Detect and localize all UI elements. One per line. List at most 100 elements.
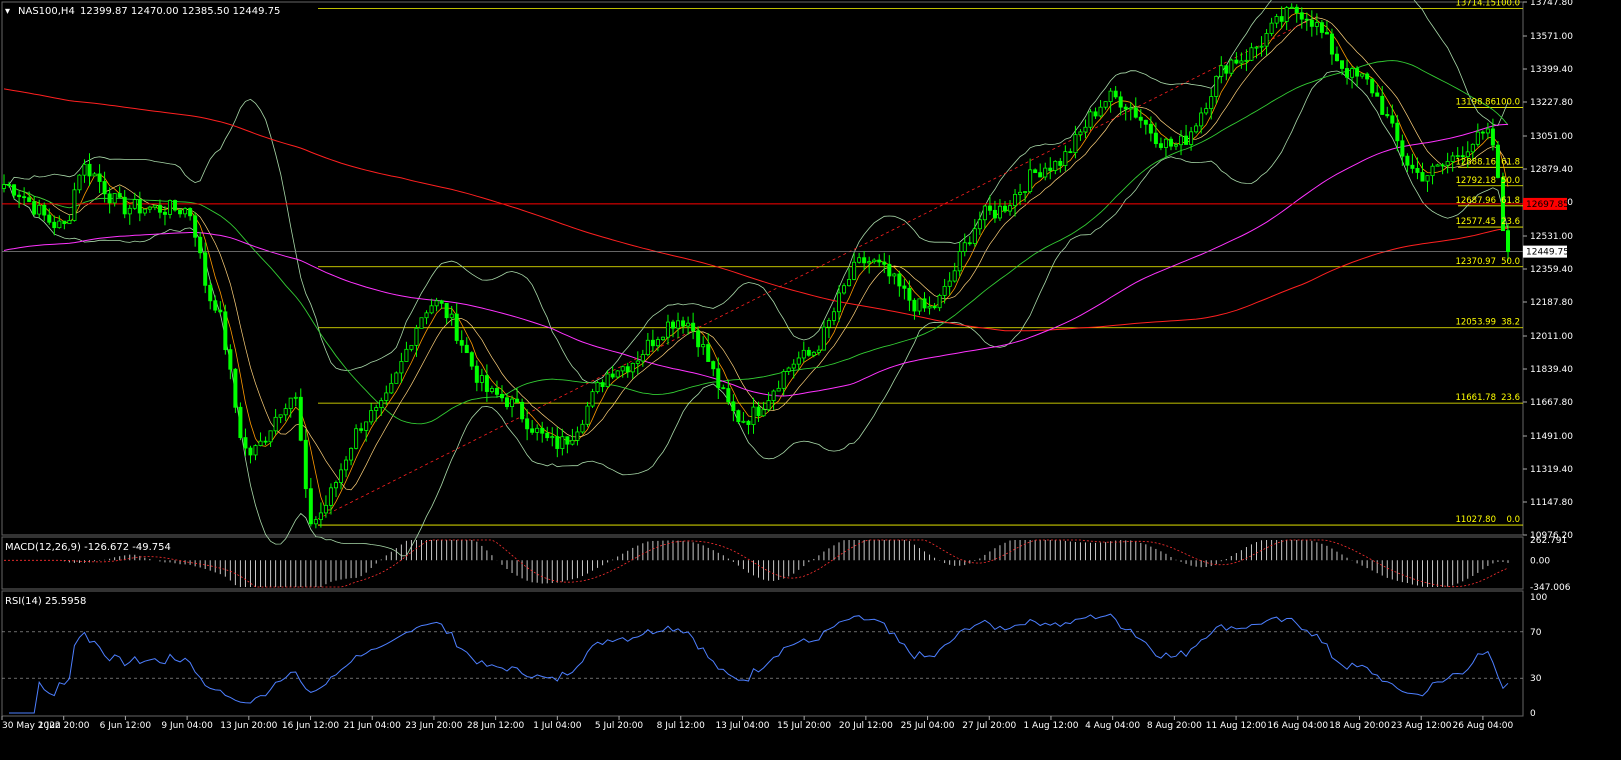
candle-body-bear xyxy=(967,242,972,245)
candle-body-bear xyxy=(1324,32,1329,35)
time-tick-label: 28 Jun 12:00 xyxy=(467,721,524,731)
candle-body-bull xyxy=(927,305,932,309)
candle-body-bear xyxy=(1319,22,1324,33)
candle-body-bull xyxy=(535,427,540,433)
candle[interactable] xyxy=(419,317,424,329)
candle-body-bull xyxy=(570,439,575,445)
fib-small-price: 12577.45 xyxy=(1455,217,1496,227)
candle-body-bear xyxy=(22,196,27,199)
candle-body-bear xyxy=(223,311,228,351)
candle-body-bull xyxy=(318,512,323,521)
candle[interactable] xyxy=(173,199,178,212)
current-price-tag-label: 12449.75 xyxy=(1526,248,1569,258)
candle-body-bear xyxy=(600,382,605,387)
candle-body-bull xyxy=(771,390,776,401)
candle-body-bear xyxy=(494,388,499,395)
macd-tick-label: 0.00 xyxy=(1530,556,1550,566)
candle[interactable] xyxy=(1229,58,1234,77)
candle-body-bear xyxy=(877,259,882,263)
candle-body-bear xyxy=(1118,96,1123,108)
candle[interactable] xyxy=(233,368,238,414)
candle-body-bull xyxy=(344,459,349,471)
candle-body-bear xyxy=(1299,12,1304,20)
candle-body-bull xyxy=(37,204,42,215)
candle-body-bear xyxy=(882,261,887,265)
candle-body-bull xyxy=(1430,165,1435,177)
candle-body-bear xyxy=(469,352,474,367)
fib-large-level: 23.6 xyxy=(1501,393,1520,403)
fib-large-level: 38.2 xyxy=(1501,318,1520,328)
time-tick-label: 9 Jun 04:00 xyxy=(161,721,213,731)
candle-body-bear xyxy=(1148,123,1153,134)
price-tick-label: 11491.00 xyxy=(1530,432,1573,442)
candle-body-bear xyxy=(213,300,218,311)
candle-body-bull xyxy=(339,469,344,483)
fib-small-price: 13198.86 xyxy=(1455,98,1496,108)
candle-body-bull xyxy=(389,382,394,394)
candle[interactable] xyxy=(223,304,228,355)
candle-body-bull xyxy=(1128,107,1133,110)
candle-body-bear xyxy=(992,209,997,219)
candle-body-bear xyxy=(987,205,992,211)
candle-body-bear xyxy=(1133,107,1138,118)
candle-body-bear xyxy=(308,488,313,525)
candle-body-bear xyxy=(238,406,243,438)
candle-body-bear xyxy=(1093,111,1098,117)
candle[interactable] xyxy=(590,388,595,408)
candle-body-bull xyxy=(605,373,610,387)
candle[interactable] xyxy=(394,371,399,384)
price-tick-label: 12359.40 xyxy=(1530,265,1573,275)
candle-body-bull xyxy=(852,261,857,280)
candle-body-bear xyxy=(1329,33,1334,55)
candle-body-bull xyxy=(1018,191,1023,195)
candle-body-bull xyxy=(1163,138,1168,148)
candle[interactable] xyxy=(238,402,243,441)
candle-body-bull xyxy=(112,193,117,204)
candle-body-bear xyxy=(746,420,751,425)
candle-body-bull xyxy=(655,339,660,347)
rsi-label: RSI(14) 25.5958 xyxy=(5,596,86,607)
time-tick-label: 8 Aug 20:00 xyxy=(1147,721,1202,731)
candle-body-bull xyxy=(1083,126,1088,133)
time-tick-label: 11 Aug 12:00 xyxy=(1206,721,1267,731)
candle-body-bull xyxy=(1023,191,1028,193)
candle-body-bull xyxy=(258,440,263,446)
candle-body-bear xyxy=(1355,68,1360,77)
candle-body-bear xyxy=(625,366,630,373)
candle-body-bear xyxy=(1385,114,1390,117)
candle[interactable] xyxy=(736,409,741,425)
candle-body-bear xyxy=(303,439,308,490)
candle-body-bull xyxy=(801,349,806,359)
symbol-dropdown-icon[interactable]: ▾ xyxy=(5,6,10,17)
candle-body-bull xyxy=(1078,131,1083,136)
fib-large-price: 13714.15 xyxy=(1455,0,1496,8)
candle-body-bull xyxy=(1194,125,1199,133)
candle[interactable] xyxy=(1495,140,1500,179)
candle-body-bull xyxy=(1209,96,1214,110)
candle-body-bull xyxy=(937,294,942,309)
candle-body-bull xyxy=(328,487,333,506)
candle-body-bull xyxy=(72,189,77,221)
candle[interactable] xyxy=(595,380,600,394)
candle-body-bear xyxy=(47,214,52,223)
candle-body-bull xyxy=(1470,143,1475,153)
fib-small-level: 50.0 xyxy=(1501,176,1520,186)
symbol-label: NAS100,H4 xyxy=(18,6,75,17)
candle[interactable] xyxy=(585,401,590,428)
candle-body-bull xyxy=(1264,33,1269,47)
candle-body-bear xyxy=(907,287,912,301)
candle[interactable] xyxy=(520,398,525,423)
candle-body-bear xyxy=(1480,131,1485,134)
candle[interactable] xyxy=(1088,109,1093,131)
candle-body-bull xyxy=(510,398,515,407)
candle-body-bear xyxy=(7,184,12,186)
chart-canvas[interactable]: 13714.15 100.012370.97 50.012053.99 38.2116… xyxy=(0,0,1621,760)
candle-body-bull xyxy=(1314,22,1319,27)
candle-body-bear xyxy=(726,388,731,403)
time-tick-label: 1 Jul 04:00 xyxy=(533,721,582,731)
time-tick-label: 13 Jul 04:00 xyxy=(715,721,769,731)
candle-body-bear xyxy=(610,373,615,378)
candle-body-bull xyxy=(333,482,338,489)
candle-body-bull xyxy=(152,204,157,208)
candle-body-bear xyxy=(1400,140,1405,157)
